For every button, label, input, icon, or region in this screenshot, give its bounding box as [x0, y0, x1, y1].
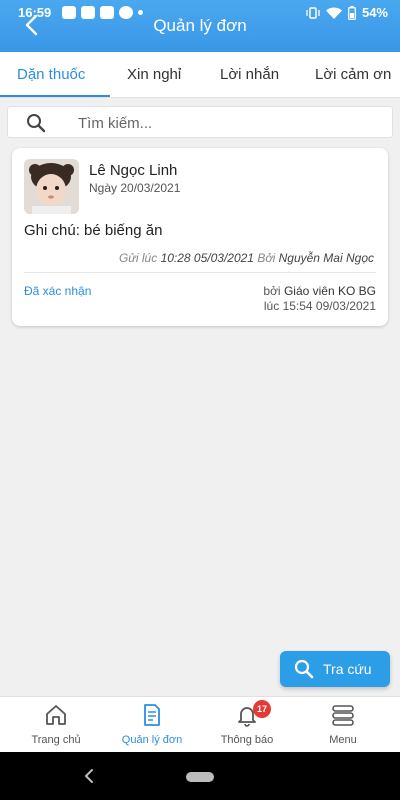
- student-avatar: [24, 159, 79, 214]
- lookup-button-label: Tra cứu: [323, 661, 372, 677]
- menu-icon: [332, 705, 354, 726]
- sent-time: 10:28 05/03/2021: [160, 251, 254, 265]
- more-notifications-dot-icon: [138, 10, 143, 15]
- nav-requests-label: Quản lý đơn: [121, 734, 183, 746]
- request-note: Ghi chú: bé biếng ăn: [24, 222, 163, 239]
- tab-bar: Dặn thuốc Xin nghỉ Lời nhắn Lời cảm ơn: [0, 52, 400, 98]
- bottom-nav: Trang chủ Quản lý đơn 17 Thông báo Menu: [0, 696, 400, 752]
- request-date: Ngày 20/03/2021: [89, 181, 181, 195]
- sent-info: Gửi lúc 10:28 05/03/2021 Bởi Nguyễn Mai …: [119, 251, 374, 265]
- search-bar: [7, 106, 393, 138]
- status-badge: Đã xác nhận: [24, 284, 92, 298]
- active-tab-indicator: [0, 95, 110, 97]
- tab-medicine[interactable]: Dặn thuốc: [17, 52, 85, 97]
- document-icon: [144, 704, 160, 726]
- system-home-pill[interactable]: [186, 772, 214, 782]
- notification-count-badge: 17: [253, 700, 271, 718]
- student-name: Lê Ngọc Linh: [89, 162, 178, 179]
- nav-requests[interactable]: Quản lý đơn: [102, 697, 202, 753]
- search-input[interactable]: [78, 111, 378, 135]
- page-title: Quản lý đơn: [153, 16, 247, 35]
- system-back-icon[interactable]: [82, 768, 96, 784]
- lookup-button[interactable]: Tra cứu: [280, 651, 390, 687]
- tab-leave[interactable]: Xin nghỉ: [127, 52, 181, 97]
- nav-menu[interactable]: Menu: [293, 697, 393, 753]
- request-card[interactable]: Lê Ngọc Linh Ngày 20/03/2021 Ghi chú: bé…: [12, 148, 388, 326]
- sent-by: Nguyễn Mai Ngọc: [278, 251, 374, 265]
- sent-by-label: Bởi: [257, 251, 276, 265]
- confirm-time: lúc 15:54 09/03/2021: [263, 299, 376, 313]
- nav-notifications[interactable]: 17 Thông báo: [197, 697, 297, 753]
- nav-home-label: Trang chủ: [31, 734, 81, 746]
- confirm-by: Giáo viên KO BG: [283, 284, 376, 298]
- nav-menu-label: Menu: [329, 734, 357, 746]
- card-divider: [24, 272, 376, 273]
- search-icon: [27, 114, 46, 133]
- search-icon: [294, 659, 314, 679]
- confirm-info: bởi Giáo viên KO BG lúc 15:54 09/03/2021: [263, 284, 376, 314]
- confirm-by-label: bởi: [263, 284, 281, 298]
- app-header: 16:59 54% Quản lý đơn: [0, 0, 400, 52]
- home-icon: [46, 705, 66, 725]
- nav-home[interactable]: Trang chủ: [6, 697, 106, 753]
- system-nav-bar: [0, 752, 400, 800]
- nav-notifications-label: Thông báo: [220, 734, 274, 746]
- tab-messages[interactable]: Lời nhắn: [220, 52, 279, 97]
- sent-prefix: Gửi lúc: [118, 251, 158, 265]
- tab-thanks[interactable]: Lời cảm ơn: [315, 52, 391, 97]
